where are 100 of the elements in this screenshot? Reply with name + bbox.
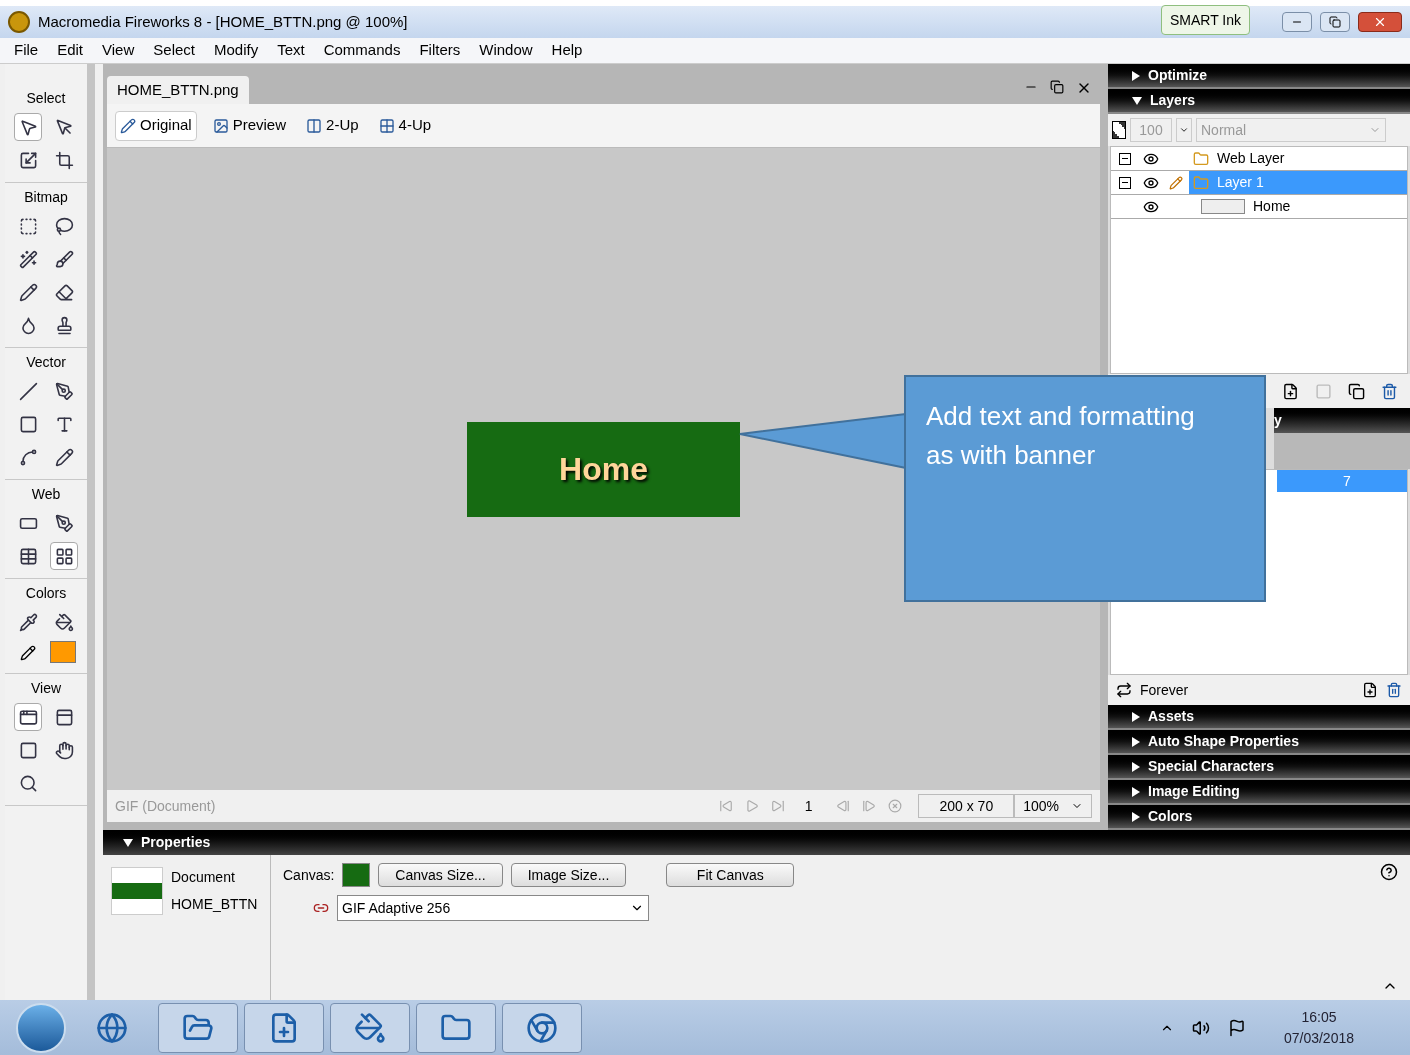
window-icon[interactable] [14, 703, 42, 731]
menu-item[interactable]: Text [277, 39, 305, 62]
menu-item[interactable]: View [102, 39, 135, 62]
properties-button[interactable]: Canvas Size... [378, 863, 503, 887]
panel-header[interactable]: Assets [1108, 705, 1410, 730]
globe-icon [96, 1011, 128, 1044]
menu-item[interactable]: Window [479, 39, 533, 62]
panel-header[interactable]: Colors [1108, 805, 1410, 830]
zoom-field[interactable]: 100% [1014, 794, 1092, 818]
collapsed-arrow-icon [1132, 711, 1140, 722]
document-name[interactable]: HOME_BTTN [171, 894, 258, 915]
document-thumbnail [111, 867, 163, 915]
taskbar-app[interactable] [244, 1002, 324, 1053]
browser-icon [526, 1011, 558, 1044]
add-frame-icon [1362, 682, 1378, 698]
menu-item[interactable]: Edit [57, 39, 84, 62]
trash-icon [1386, 682, 1402, 698]
view-tab[interactable]: 4-Up [374, 110, 436, 141]
tool-group-title: Vector [26, 353, 66, 372]
format-label: GIF (Document) [115, 796, 216, 816]
restore-icon [1050, 80, 1064, 94]
collapse-toggle-icon[interactable] [1119, 176, 1131, 189]
smart-ink-button[interactable]: SMART Ink [1160, 5, 1250, 35]
restore-icon [1329, 16, 1341, 28]
panel-header[interactable]: Layers [1108, 89, 1410, 114]
clock-time[interactable]: 16:05 [1301, 1006, 1337, 1028]
panel-title: Auto Shape Properties [1148, 732, 1299, 751]
frame-number: 1 [804, 796, 813, 816]
menu-item[interactable]: Select [153, 39, 195, 62]
taskbar-app[interactable] [502, 1002, 582, 1053]
pointer-icon[interactable] [14, 113, 42, 141]
panel-header[interactable]: Special Characters [1108, 755, 1410, 780]
palette-select[interactable]: GIF Adaptive 256 [337, 895, 649, 921]
canvas-label: Canvas: [283, 865, 335, 885]
folder-icon [1193, 174, 1209, 191]
frame-number: 7 [1343, 471, 1351, 491]
restore-button[interactable] [1320, 12, 1350, 32]
help-icon [1380, 863, 1398, 881]
document-tab[interactable]: HOME_BTTN.png [107, 76, 249, 104]
start-button[interactable] [16, 1002, 66, 1053]
view-tab[interactable]: Original [115, 110, 197, 141]
panel-header[interactable]: Optimize [1108, 64, 1410, 89]
view-tab[interactable]: 2-Up [302, 110, 363, 141]
menu-item[interactable]: Commands [323, 39, 401, 62]
button-label: Home [559, 450, 648, 489]
properties-button[interactable]: Fit Canvas [666, 863, 795, 887]
window-title: Macromedia Fireworks 8 - [HOME_BTTN.png @ 100%] [38, 11, 408, 32]
duplicate-icon [1348, 382, 1365, 400]
panel-title: Special Characters [1148, 757, 1275, 776]
callout-text: Add text and formatting as with banner [926, 400, 1196, 472]
loop-setting[interactable]: Forever [1140, 679, 1189, 701]
layer-name: Layer 1 [1217, 173, 1264, 192]
tool-group-title: Select [26, 89, 66, 108]
panel-header[interactable]: Auto Shape Properties [1108, 730, 1410, 755]
panel-title: Assets [1148, 707, 1194, 726]
size-label: 200 x 70 [918, 794, 1015, 818]
panel-title: Image Editing [1148, 782, 1240, 801]
panel-header[interactable]: Image Editing [1108, 780, 1410, 805]
panel-title: Properties [141, 833, 211, 852]
properties-header[interactable]: Properties [103, 830, 1410, 855]
layer-name: Home [1253, 197, 1291, 216]
opacity-icon [1112, 121, 1126, 139]
panel-header[interactable]: y [1274, 408, 1410, 433]
two-pane-icon [306, 117, 323, 134]
app-logo-icon [8, 11, 30, 33]
panel-title: y [1274, 411, 1282, 430]
view-tab[interactable]: Preview [208, 110, 291, 141]
thumbnail-icon [1201, 199, 1245, 214]
collapsed-arrow-icon [1132, 761, 1140, 772]
close-button[interactable] [1358, 12, 1402, 32]
tool-group-title: Colors [25, 584, 67, 603]
menu-item[interactable]: File [14, 39, 39, 62]
menu-item[interactable]: Filters [419, 39, 461, 62]
tool-group-title: Bitmap [24, 188, 68, 207]
menu-item[interactable]: Help [551, 39, 583, 62]
collapse-toggle-icon[interactable] [1119, 152, 1131, 165]
panel-title: Colors [1148, 807, 1193, 826]
tool-group-title: View [30, 679, 62, 698]
fill-swatch[interactable] [50, 641, 76, 663]
taskbar-app[interactable] [330, 1002, 410, 1053]
clock-date[interactable]: 07/03/2018 [1283, 1027, 1354, 1049]
trash-icon [1381, 382, 1398, 400]
grid-icon[interactable] [50, 542, 78, 570]
collapsed-arrow-icon [1132, 736, 1140, 747]
flag-icon [1227, 1018, 1246, 1037]
close-icon [1373, 15, 1387, 29]
layer-name: Web Layer [1217, 149, 1285, 168]
four-pane-icon [378, 117, 395, 134]
taskbar-app[interactable] [158, 1002, 238, 1053]
pencil-icon [120, 117, 136, 134]
volume-icon [1191, 1018, 1210, 1037]
canvas-color-swatch[interactable] [342, 863, 371, 887]
object-type: Document [171, 868, 236, 887]
menu-item[interactable]: Modify [214, 39, 259, 62]
minimize-button[interactable] [1282, 12, 1312, 32]
layer-row[interactable]: Home [1111, 195, 1407, 219]
properties-button[interactable]: Image Size... [510, 863, 627, 887]
taskbar-app[interactable] [416, 1002, 496, 1053]
loop-icon [1116, 682, 1132, 698]
tool-group-title: Web [31, 485, 61, 504]
